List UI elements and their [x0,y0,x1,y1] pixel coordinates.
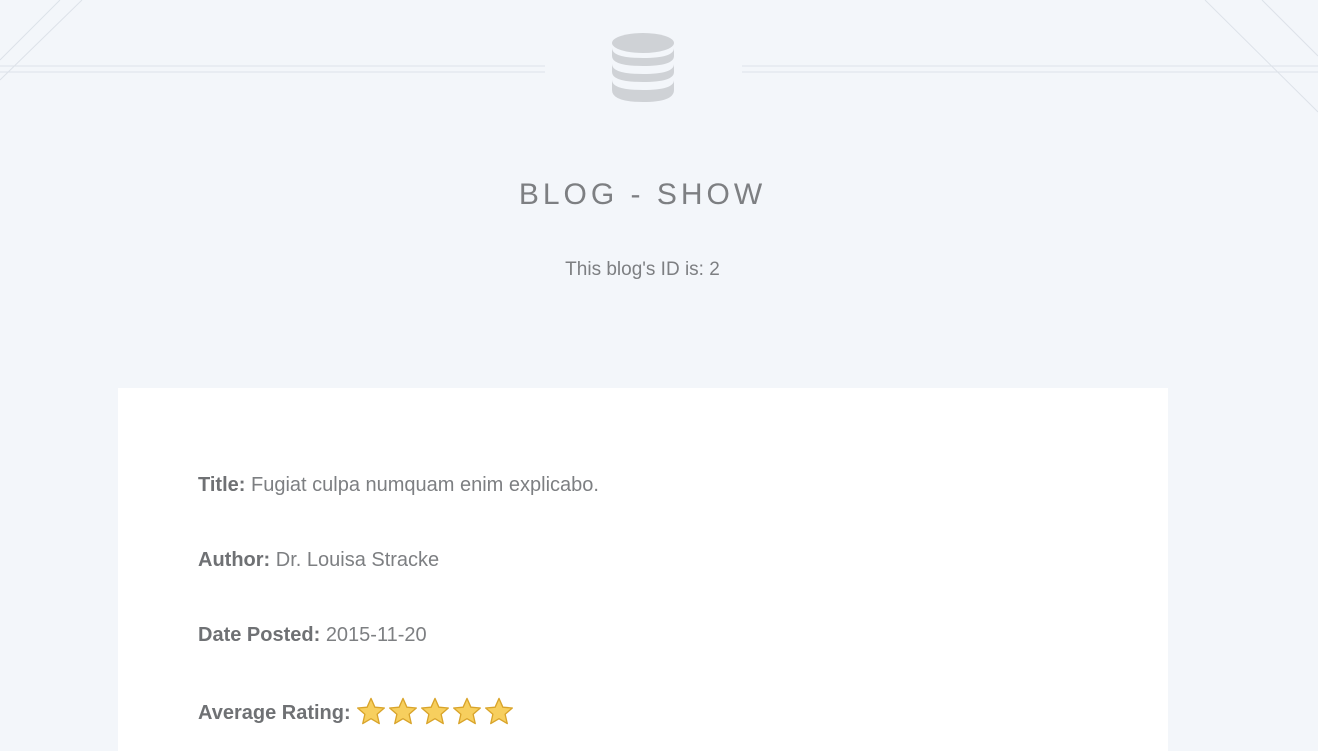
blog-author-row: Author: Dr. Louisa Stracke [198,549,439,572]
star-icon [388,697,417,725]
blog-details-card: Title: Fugiat culpa numquam enim explica… [118,388,1168,751]
blog-title-value: Fugiat culpa numquam enim explicabo. [250,474,599,496]
blog-title-label: Title: [198,474,246,496]
page-title: BLOG - SHOW [518,178,767,211]
blog-rating-label: Average Rating: [198,702,351,724]
blog-date-row: Date Posted: 2015-11-20 [198,624,427,647]
database-icon [610,32,676,104]
blog-date-label: Date Posted: [198,624,321,646]
blog-author-label: Author: [198,549,271,571]
page: BLOG - SHOW This blog's ID is: 2 Title: … [0,0,1318,751]
blog-author-value: Dr. Louisa Stracke [275,549,440,571]
blog-title-row: Title: Fugiat culpa numquam enim explica… [198,474,599,497]
blog-rating-row: Average Rating: [198,693,515,725]
star-icon [356,697,385,725]
star-rating [355,696,515,728]
blog-date-value: 2015-11-20 [325,624,427,646]
star-icon [452,697,481,725]
star-icon [420,697,449,725]
star-icon [484,697,513,725]
blog-id-text: This blog's ID is: 2 [565,259,720,280]
